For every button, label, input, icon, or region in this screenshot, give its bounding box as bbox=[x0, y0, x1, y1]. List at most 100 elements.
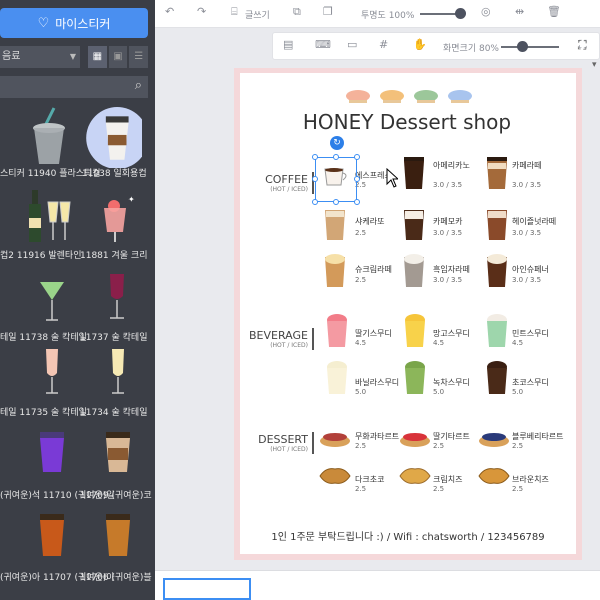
trash-icon[interactable]: 🗑 bbox=[547, 5, 561, 18]
sticker-item[interactable]: 11709 (귀여운)코 bbox=[80, 428, 152, 518]
hand-icon[interactable]: ✋ bbox=[413, 38, 427, 51]
strawberry-smoothie-icon[interactable] bbox=[325, 313, 349, 349]
seo-icon[interactable]: ▭ bbox=[347, 38, 357, 51]
menu-item-name[interactable]: 카페라떼 bbox=[512, 160, 541, 171]
menu-item-name[interactable]: 샤케라또 bbox=[355, 216, 384, 227]
resize-handle[interactable] bbox=[354, 176, 360, 182]
resize-handle[interactable] bbox=[333, 199, 339, 205]
black-sesame-latte-icon[interactable] bbox=[402, 253, 426, 289]
menu-item-name[interactable]: 블루베리타르트 bbox=[512, 431, 564, 442]
menu-footer[interactable]: 1인 1주문 부탁드립니다 :) / Wifi : chatsworth / 1… bbox=[240, 528, 576, 543]
menu-item-name[interactable]: 민트스무디 bbox=[512, 328, 549, 339]
layers-icon[interactable]: ❐ bbox=[323, 5, 333, 18]
menu-item-name[interactable]: 브라운치즈 bbox=[512, 474, 549, 485]
grid-view-icon[interactable]: ▦ bbox=[88, 46, 107, 68]
vanilla-smoothie-icon[interactable] bbox=[325, 360, 349, 396]
choux-cream-latte-icon[interactable] bbox=[323, 253, 347, 289]
sticker-item[interactable]: 컵2 11916 발렌타인 bbox=[0, 188, 82, 278]
write-label[interactable]: 글쓰기 bbox=[245, 8, 270, 21]
menu-item-price[interactable]: 5.0 bbox=[433, 388, 444, 396]
menu-item-price[interactable]: 2.5 bbox=[512, 485, 523, 493]
menu-item-name[interactable]: 바닐라스무디 bbox=[355, 377, 399, 388]
cream-cheese-waffle-icon[interactable] bbox=[398, 466, 432, 486]
menu-item-name[interactable]: 다크초코 bbox=[355, 474, 384, 485]
americano-icon[interactable] bbox=[402, 155, 426, 191]
menu-item-name[interactable]: 카페모카 bbox=[433, 216, 462, 227]
hazelnut-latte-icon[interactable] bbox=[485, 206, 509, 242]
selection-box[interactable] bbox=[315, 157, 357, 202]
menu-item-price[interactable]: 4.5 bbox=[355, 339, 366, 347]
large-grid-icon[interactable]: ▣ bbox=[108, 46, 128, 68]
chevron-down-icon[interactable]: ▾ bbox=[592, 60, 597, 70]
crop-icon[interactable]: ⛶ bbox=[578, 38, 586, 53]
flip-icon[interactable]: ⇹ bbox=[515, 5, 524, 18]
my-sticker-button[interactable]: ♡ 마이스티커 bbox=[0, 8, 148, 38]
menu-item-name[interactable]: 아인슈페너 bbox=[512, 264, 549, 275]
copy-icon[interactable]: ⧉ bbox=[293, 5, 301, 19]
category-select[interactable]: 음료 ▼ bbox=[0, 46, 80, 68]
menu-item-price[interactable]: 2.5 bbox=[355, 442, 366, 450]
menu-item-price[interactable]: 4.5 bbox=[433, 339, 444, 347]
sticker-item[interactable]: (귀여운)석 11710 (귀여운)일 bbox=[0, 428, 115, 518]
menu-item-price[interactable]: 3.0 / 3.5 bbox=[512, 181, 541, 189]
opacity-slider-knob[interactable] bbox=[455, 8, 466, 19]
menu-item-name[interactable]: 헤이즐넛라떼 bbox=[512, 216, 556, 227]
text-box-icon[interactable]: ⌸ bbox=[231, 5, 238, 19]
menu-item-name[interactable]: 녹차스무디 bbox=[433, 377, 470, 388]
menu-item-price[interactable]: 2.5 bbox=[355, 276, 366, 284]
menu-item-price[interactable]: 2.5 bbox=[355, 485, 366, 493]
menu-item-price[interactable]: 2.5 bbox=[512, 442, 523, 450]
mint-smoothie-icon[interactable] bbox=[485, 313, 509, 349]
menu-item-name[interactable]: 슈크림라떼 bbox=[355, 264, 392, 275]
list-view-icon[interactable]: ☰ bbox=[129, 46, 149, 68]
sticker-item[interactable]: 스티커 11940 플라스틱컵 bbox=[0, 106, 101, 196]
abc-icon[interactable]: ⌨ bbox=[315, 38, 331, 51]
menu-item-name[interactable]: 망고스무디 bbox=[433, 328, 470, 339]
menu-item-name[interactable]: 아메리카노 bbox=[433, 160, 470, 171]
note-icon[interactable]: ▤ bbox=[283, 38, 293, 51]
blueberry-tart-icon[interactable] bbox=[477, 428, 511, 448]
green-tea-smoothie-icon[interactable] bbox=[403, 360, 427, 396]
undo-icon[interactable]: ↶ bbox=[165, 5, 174, 18]
menu-item-name[interactable]: 딸기스무디 bbox=[355, 328, 392, 339]
sticker-item-selected[interactable]: 11938 일회용컵 bbox=[80, 106, 148, 196]
sticker-item[interactable]: 11706 (귀여운)블 bbox=[80, 510, 152, 600]
page-thumbnail[interactable] bbox=[163, 578, 251, 600]
dark-choco-waffle-icon[interactable] bbox=[318, 466, 352, 486]
shakerato-icon[interactable] bbox=[323, 206, 347, 242]
fig-tart-icon[interactable] bbox=[318, 428, 352, 448]
menu-item-price[interactable]: 2.5 bbox=[433, 442, 444, 450]
menu-item-price[interactable]: 3.0 / 3.5 bbox=[512, 229, 541, 237]
resize-handle[interactable] bbox=[312, 176, 318, 182]
menu-item-price[interactable]: 2.5 bbox=[355, 229, 366, 237]
menu-item-price[interactable]: 3.0 / 3.5 bbox=[433, 181, 462, 189]
menu-item-name[interactable]: 크림치즈 bbox=[433, 474, 462, 485]
sticker-item[interactable]: (귀여운)아 11707 (귀여운)아 bbox=[0, 510, 115, 600]
cafe-latte-icon[interactable] bbox=[485, 155, 509, 191]
shop-title[interactable]: HONEY Dessert shop bbox=[255, 110, 559, 134]
menu-item-name[interactable]: 초코스무디 bbox=[512, 377, 549, 388]
menu-item-price[interactable]: 2.5 bbox=[433, 485, 444, 493]
resize-handle[interactable] bbox=[312, 199, 318, 205]
menu-item-name[interactable]: 흑임자라떼 bbox=[433, 264, 470, 275]
brown-cheese-waffle-icon[interactable] bbox=[477, 466, 511, 486]
menu-item-price[interactable]: 5.0 bbox=[512, 388, 523, 396]
section-dessert[interactable]: DESSERT (HOT / ICED) bbox=[228, 433, 308, 453]
strawberry-tart-icon[interactable] bbox=[398, 428, 432, 448]
menu-item-price[interactable]: 3.0 / 3.5 bbox=[512, 276, 541, 284]
sticker-item[interactable]: 11734 술 칵테일 bbox=[80, 345, 148, 435]
grid-icon[interactable]: # bbox=[379, 38, 388, 51]
sticker-item[interactable]: 테일 11735 술 칵테일 bbox=[0, 345, 87, 435]
menu-item-price[interactable]: 3.0 / 3.5 bbox=[433, 229, 462, 237]
zoom-slider[interactable] bbox=[501, 46, 559, 48]
menu-item-price[interactable]: 5.0 bbox=[355, 388, 366, 396]
resize-handle[interactable] bbox=[354, 199, 360, 205]
section-coffee[interactable]: COFFEE (HOT / ICED) bbox=[228, 173, 308, 193]
menu-item-name[interactable]: 무화과타르트 bbox=[355, 431, 399, 442]
mango-smoothie-icon[interactable] bbox=[403, 313, 427, 349]
einspanner-icon[interactable] bbox=[485, 253, 509, 289]
menu-item-name[interactable]: 딸기타르트 bbox=[433, 431, 470, 442]
chocolate-smoothie-icon[interactable] bbox=[485, 360, 509, 396]
resize-handle[interactable] bbox=[312, 154, 318, 160]
resize-handle[interactable] bbox=[354, 154, 360, 160]
